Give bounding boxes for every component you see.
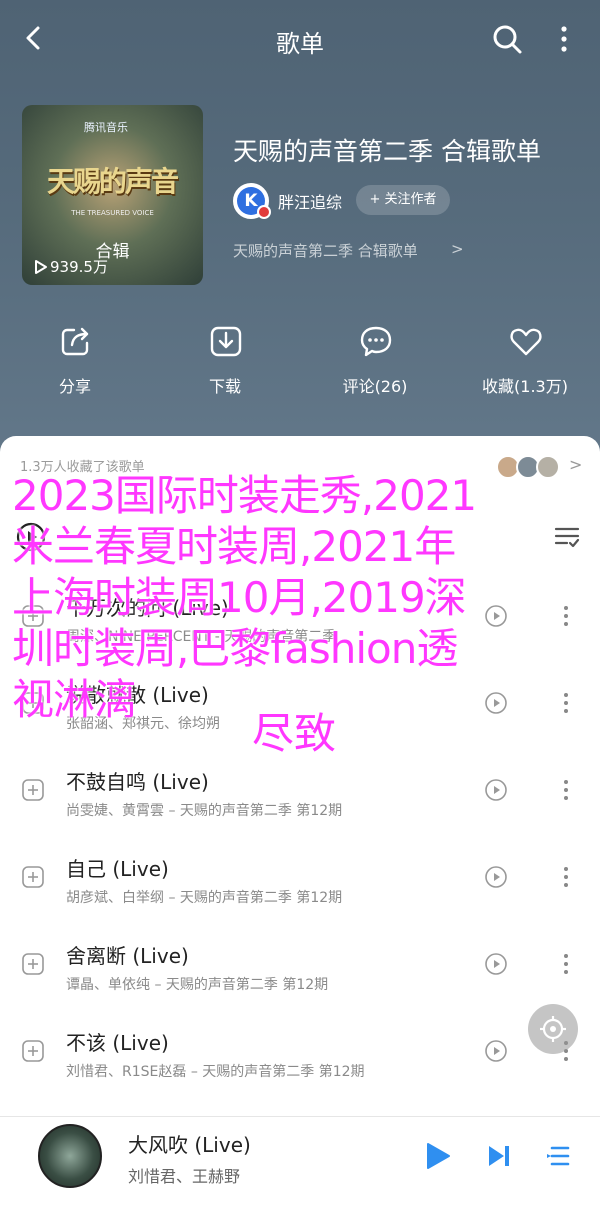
song-artist: 谭晶、单依纯 – 天赐的声音第二季 第12期: [66, 977, 329, 993]
search-icon[interactable]: [490, 22, 524, 56]
more-vertical-icon[interactable]: [558, 687, 574, 719]
playlist-queue-icon[interactable]: [546, 1143, 570, 1169]
download-icon: [210, 326, 242, 357]
add-to-list-icon[interactable]: [22, 1040, 44, 1062]
share-icon: [61, 327, 89, 356]
add-to-list-icon[interactable]: [22, 953, 44, 975]
song-title: 自己 (Live): [66, 857, 169, 881]
target-icon: [540, 1016, 566, 1042]
collector-avatars: [496, 455, 562, 479]
song-title: 不鼓自鸣 (Live): [66, 770, 209, 794]
download-button[interactable]: 下载: [150, 320, 300, 400]
playlist-description[interactable]: 天赐的声音第二季 合辑歌单: [233, 240, 418, 261]
song-row[interactable]: 舍离断 (Live) 谭晶、单依纯 – 天赐的声音第二季 第12期: [0, 924, 600, 1011]
song-artist: 刘惜君、R1SE赵磊 – 天赐的声音第二季 第12期: [66, 1064, 365, 1080]
more-vertical-icon[interactable]: [558, 948, 574, 980]
add-to-list-icon[interactable]: [22, 866, 44, 888]
creator-name[interactable]: 胖汪追综: [278, 189, 342, 213]
now-playing-artist: 刘惜君、王赫野: [128, 1167, 241, 1186]
comment-icon: [360, 326, 392, 357]
video-play-icon[interactable]: [484, 1039, 508, 1063]
overlay-banner-text-end: 尽致: [252, 709, 337, 758]
locate-current-song-button[interactable]: [528, 1004, 578, 1054]
verified-badge-icon: [257, 205, 271, 219]
play-count: 939.5万: [50, 258, 108, 276]
share-label: 分享: [58, 377, 91, 396]
overlay-banner-text: 2023国际时装走秀,2021米兰春夏时装周,2021年上海时装周10月,201…: [12, 471, 477, 724]
cover-subtitle: THE TREASURED VOICE: [71, 209, 154, 217]
now-playing-title: 大风吹 (Live): [128, 1133, 251, 1157]
favorite-label: 收藏(1.3万): [482, 377, 568, 396]
heart-icon: [510, 328, 542, 356]
playlist-cover[interactable]: 腾讯音乐 天赐的声音 THE TREASURED VOICE 合辑 939.5万: [22, 105, 203, 285]
comment-button[interactable]: 评论(26): [300, 320, 450, 400]
top-bar: 歌单: [0, 0, 600, 78]
song-row[interactable]: 不该 (Live) 刘惜君、R1SE赵磊 – 天赐的声音第二季 第12期: [0, 1011, 600, 1098]
more-vertical-icon[interactable]: [558, 861, 574, 893]
chevron-right-icon[interactable]: >: [451, 240, 464, 258]
more-vertical-icon[interactable]: [558, 600, 574, 632]
comment-label: 评论(26): [342, 377, 408, 396]
more-vertical-icon[interactable]: [558, 774, 574, 806]
download-label: 下载: [208, 377, 241, 396]
video-play-icon[interactable]: [484, 865, 508, 889]
creator-avatar[interactable]: K: [233, 183, 271, 219]
cover-brand: 腾讯音乐: [84, 121, 128, 134]
video-play-icon[interactable]: [484, 778, 508, 802]
follow-button[interactable]: + 关注作者: [356, 185, 450, 215]
share-button[interactable]: 分享: [0, 320, 150, 400]
collector-avatar: [536, 455, 560, 479]
playlist-title: 天赐的声音第二季 合辑歌单: [233, 137, 541, 166]
playlist-header: 歌单 腾讯音乐 天赐的声音 THE TREASURED VOICE 合辑 939…: [0, 0, 600, 470]
action-bar: 分享 下载 评论(26) 收藏(1.3万): [0, 320, 600, 400]
add-to-list-icon[interactable]: [22, 779, 44, 801]
play-icon[interactable]: [424, 1141, 452, 1171]
song-artist: 胡彦斌、白举纲 – 天赐的声音第二季 第12期: [66, 890, 343, 906]
song-row[interactable]: 自己 (Live) 胡彦斌、白举纲 – 天赐的声音第二季 第12期: [0, 837, 600, 924]
next-track-icon[interactable]: [486, 1143, 512, 1169]
mini-player[interactable]: 大风吹 (Live) 刘惜君、王赫野: [0, 1116, 600, 1210]
song-title: 舍离断 (Live): [66, 944, 189, 968]
favorite-button[interactable]: 收藏(1.3万): [450, 320, 600, 400]
more-vertical-icon[interactable]: [552, 22, 576, 56]
video-play-icon[interactable]: [484, 952, 508, 976]
now-playing-cover[interactable]: [38, 1124, 102, 1188]
manage-list-icon[interactable]: [554, 524, 580, 550]
song-artist: 尚雯婕、黄霄雲 – 天赐的声音第二季 第12期: [66, 803, 343, 819]
chevron-right-icon: >: [569, 455, 583, 474]
song-title: 不该 (Live): [66, 1031, 169, 1055]
cover-logo: 天赐的声音: [46, 165, 179, 198]
play-count-icon: [35, 260, 47, 274]
song-row[interactable]: 不鼓自鸣 (Live) 尚雯婕、黄霄雲 – 天赐的声音第二季 第12期: [0, 750, 600, 837]
